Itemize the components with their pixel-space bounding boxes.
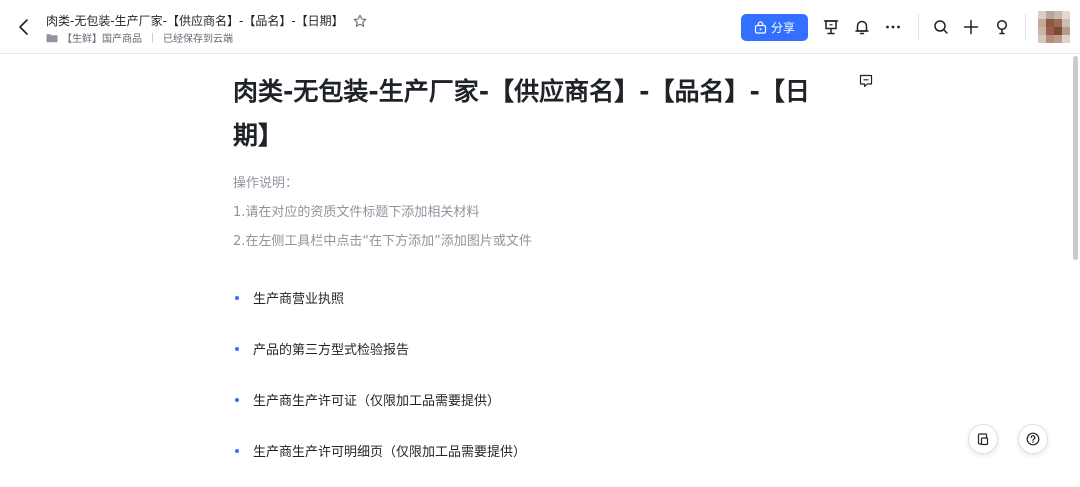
list-item-text: 生产商生产许可证（仅限加工品需要提供） xyxy=(253,394,501,409)
list-item[interactable]: 产品的第三方型式检验报告 xyxy=(233,339,409,358)
comment-icon[interactable] xyxy=(859,74,873,88)
share-label: 分享 xyxy=(770,21,795,35)
doc-title-row: 肉类-无包装-生产厂家-【供应商名】-【品名】-【日期】 xyxy=(46,12,367,29)
share-icon xyxy=(754,21,767,34)
divider xyxy=(1025,14,1026,40)
list-item[interactable]: 生产商生产许可证（仅限加工品需要提供） xyxy=(233,390,500,409)
divider xyxy=(918,14,919,40)
more-icon[interactable] xyxy=(884,18,902,36)
bell-icon[interactable] xyxy=(853,18,871,36)
list-item[interactable]: 生产商生产许可明细页（仅限加工品需要提供） xyxy=(233,441,526,460)
clipboard-button[interactable] xyxy=(968,424,998,454)
help-button[interactable] xyxy=(1018,424,1048,454)
list-item-text: 生产商营业执照 xyxy=(253,292,345,307)
search-icon[interactable] xyxy=(932,18,950,36)
divider xyxy=(152,32,153,43)
bullet-icon xyxy=(235,295,239,300)
plus-icon[interactable] xyxy=(962,18,980,36)
list-item[interactable]: 生产商营业执照 xyxy=(233,288,344,307)
doc-location-row: 【生鲜】国产商品 已经保存到云端 xyxy=(46,30,233,45)
list-item-text: 产品的第三方型式检验报告 xyxy=(253,343,410,358)
presentation-icon[interactable] xyxy=(822,18,840,36)
folder-name[interactable]: 【生鲜】国产商品 xyxy=(62,30,142,45)
bullet-icon xyxy=(235,397,239,402)
instruction-line[interactable]: 2.在左侧工具栏中点击“在下方添加”添加图片或文件 xyxy=(233,230,532,249)
star-icon[interactable] xyxy=(353,14,367,28)
chevron-left-icon xyxy=(19,19,28,35)
scrollbar[interactable] xyxy=(1073,56,1078,260)
lightbulb-icon[interactable] xyxy=(993,18,1011,36)
bullet-icon xyxy=(235,346,239,351)
save-status: 已经保存到云端 xyxy=(163,34,233,45)
top-bar: 肉类-无包装-生产厂家-【供应商名】-【品名】-【日期】 【生鲜】国产商品 已经… xyxy=(0,0,1080,54)
bullet-icon xyxy=(235,448,239,453)
avatar[interactable] xyxy=(1038,11,1070,43)
instruction-line[interactable]: 1.请在对应的资质文件标题下添加相关材料 xyxy=(233,201,479,220)
avatar-image xyxy=(1038,11,1070,43)
doc-title[interactable]: 肉类-无包装-生产厂家-【供应商名】-【品名】-【日期】 xyxy=(46,12,344,29)
list-item-text: 生产商生产许可明细页（仅限加工品需要提供） xyxy=(253,445,527,460)
help-icon xyxy=(1026,432,1040,446)
back-button[interactable] xyxy=(14,16,34,38)
clipboard-icon xyxy=(977,433,989,446)
share-button[interactable]: 分享 xyxy=(741,14,808,41)
instruction-heading[interactable]: 操作说明： xyxy=(233,172,298,191)
page-title[interactable]: 肉类-无包装-生产厂家-【供应商名】-【品名】-【日期】 xyxy=(233,70,823,158)
folder-icon xyxy=(46,33,58,42)
